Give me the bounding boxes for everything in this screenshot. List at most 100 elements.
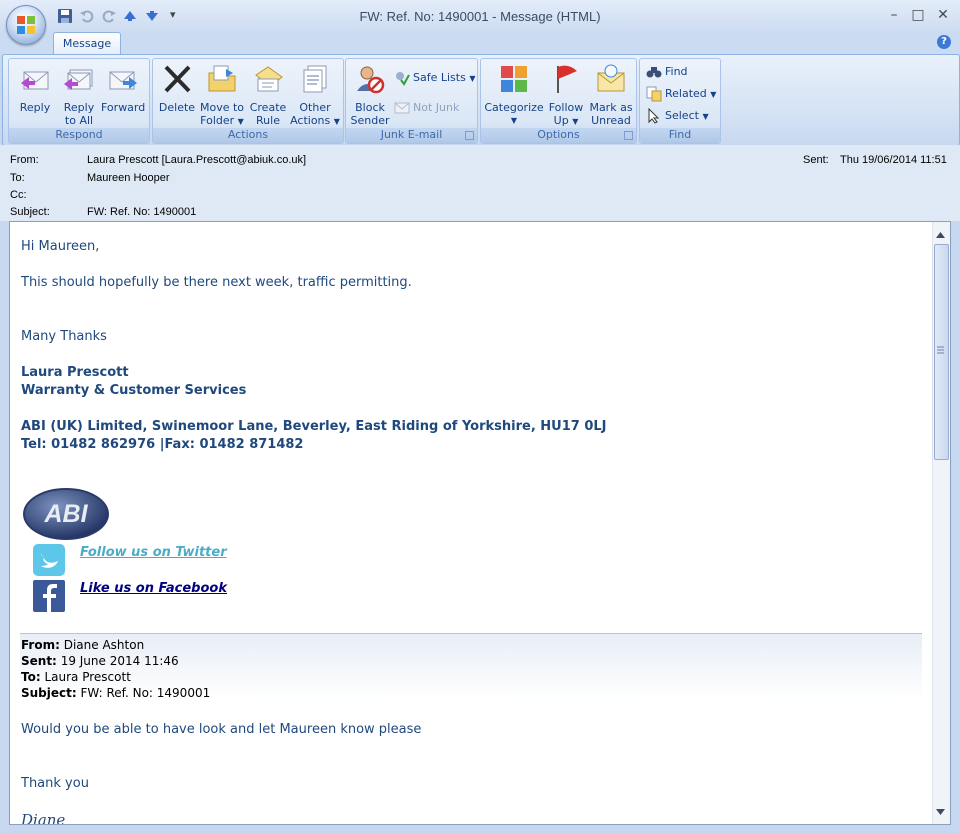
twitter-link[interactable]: Follow us on Twitter	[80, 545, 227, 560]
reply-all-label-2: to All	[64, 114, 94, 127]
follow-up-label-2: Up ▼	[544, 114, 588, 128]
ribbon: Reply Reply to All Forward Respond Delet…	[2, 54, 960, 146]
dropdown-arrow-icon: ▼	[710, 90, 717, 99]
message-body[interactable]: Hi Maureen, This should hopefully be the…	[9, 221, 951, 825]
close-button[interactable]: ✕	[932, 6, 954, 24]
block-sender-icon	[357, 66, 385, 94]
body-line: This should hopefully be there next week…	[21, 275, 412, 290]
dialog-launcher-icon[interactable]	[624, 131, 633, 140]
create-rule-button[interactable]: Create Rule	[246, 63, 290, 127]
scroll-up-arrow-icon[interactable]	[935, 230, 946, 240]
greeting: Hi Maureen,	[21, 239, 100, 254]
related-icon	[646, 86, 662, 102]
abi-logo: ABI	[22, 487, 110, 541]
dropdown-arrow-icon: ▼	[572, 117, 579, 126]
categorize-button[interactable]: Categorize ▼	[484, 63, 544, 127]
forward-icon	[109, 71, 137, 90]
fwd-sent-value: 19 June 2014 11:46	[60, 654, 179, 668]
dialog-launcher-icon[interactable]	[465, 131, 474, 140]
respond-group: Reply Reply to All Forward Respond	[8, 58, 150, 144]
cursor-arrow-icon	[648, 108, 660, 124]
fwd-from-line: From: Diane Ashton	[21, 638, 144, 652]
forwarded-header: From: Diane Ashton Sent: 19 June 2014 11…	[20, 633, 922, 700]
maximize-button[interactable]: □	[907, 6, 929, 24]
junk-email-group-title: Junk E-mail	[346, 128, 477, 143]
find-group-title: Find	[640, 128, 720, 143]
select-button[interactable]: Select ▼	[646, 107, 709, 125]
fwd-from-label: From:	[21, 638, 60, 652]
binoculars-icon	[646, 67, 662, 78]
facebook-link[interactable]: Like us on Facebook	[80, 581, 227, 596]
other-actions-button[interactable]: Other Actions ▼	[290, 63, 340, 128]
fwd-to-label: To:	[21, 670, 41, 684]
scroll-grip-icon	[937, 346, 944, 354]
reply-all-label-1: Reply	[63, 101, 95, 114]
reply-all-button[interactable]: Reply to All	[57, 63, 101, 127]
respond-group-title: Respond	[9, 128, 149, 143]
from-value[interactable]: Laura Prescott [Laura.Prescott@abiuk.co.…	[87, 154, 306, 166]
closing: Many Thanks	[21, 329, 107, 344]
tab-message[interactable]: Message	[53, 32, 121, 55]
reply-button[interactable]: Reply	[13, 63, 57, 114]
delete-label: Delete	[158, 101, 196, 114]
forwarded-body-line: Would you be able to have look and let M…	[21, 722, 422, 737]
block-sender-button[interactable]: Block Sender	[348, 63, 392, 127]
fwd-to-value: Laura Prescott	[44, 670, 131, 684]
not-junk-icon	[394, 102, 410, 114]
scroll-down-arrow-icon[interactable]	[935, 807, 946, 817]
office-button[interactable]	[6, 5, 46, 45]
not-junk-label: Not Junk	[413, 101, 460, 114]
twitter-icon[interactable]	[32, 543, 66, 577]
create-rule-label-1: Create	[249, 101, 287, 114]
mark-as-unread-button[interactable]: Mark as Unread	[588, 63, 634, 127]
fwd-subject-line: Subject: FW: Ref. No: 1490001	[21, 686, 210, 700]
delete-button[interactable]: Delete	[156, 63, 198, 114]
find-button[interactable]: Find	[646, 63, 688, 81]
block-sender-label-2: Sender	[350, 114, 390, 127]
follow-up-label-1: Follow	[548, 101, 584, 114]
to-value[interactable]: Maureen Hooper	[87, 172, 170, 184]
safe-lists-label: Safe Lists	[413, 71, 466, 84]
subject-label: Subject:	[10, 206, 50, 218]
fwd-subject-label: Subject:	[21, 686, 77, 700]
find-label: Find	[665, 65, 688, 78]
find-group: Find Related ▼ Select ▼ Find	[639, 58, 721, 144]
options-title-text: Options	[537, 128, 580, 141]
help-icon[interactable]: ?	[937, 35, 951, 49]
reply-all-icon	[64, 69, 93, 90]
facebook-icon[interactable]	[32, 579, 66, 613]
abi-logo-text: ABI	[44, 500, 88, 528]
not-junk-button[interactable]: Not Junk	[394, 99, 459, 117]
minimize-button[interactable]: –	[883, 6, 905, 24]
safe-lists-icon	[396, 72, 410, 86]
categorize-icon	[501, 66, 527, 92]
mark-unread-label-1: Mark as	[589, 101, 633, 114]
categorize-label: Categorize	[484, 101, 544, 114]
delete-x-icon	[164, 65, 191, 93]
related-label: Related	[665, 87, 707, 100]
reply-label: Reply	[19, 101, 51, 114]
mark-unread-envelope-icon	[597, 64, 625, 92]
forwarded-closing: Thank you	[21, 776, 89, 791]
sent-label: Sent:	[803, 154, 829, 166]
create-rule-icon	[255, 66, 283, 92]
to-label: To:	[10, 172, 25, 184]
safe-lists-button[interactable]: Safe Lists ▼	[394, 69, 475, 87]
move-to-folder-icon	[208, 65, 236, 92]
related-button[interactable]: Related ▼	[646, 85, 716, 103]
move-label-1: Move to	[199, 101, 245, 114]
actions-group-title: Actions	[153, 128, 343, 143]
block-sender-label-1: Block	[355, 101, 385, 114]
junk-email-title-text: Junk E-mail	[380, 128, 443, 141]
move-to-folder-button[interactable]: Move to Folder ▼	[198, 63, 246, 128]
forward-button[interactable]: Forward	[101, 63, 145, 114]
junk-email-group: Block Sender Safe Lists ▼ Not Junk Junk …	[345, 58, 478, 144]
select-label: Select	[665, 109, 699, 122]
other-actions-label-text: Actions	[290, 114, 331, 127]
follow-up-label-text: Up	[553, 114, 569, 127]
follow-up-button[interactable]: Follow Up ▼	[544, 63, 588, 128]
options-group-title: Options	[481, 128, 636, 143]
options-group: Categorize ▼ Follow Up ▼ Mark as Unread …	[480, 58, 637, 144]
subject-value: FW: Ref. No: 1490001	[87, 206, 197, 218]
dropdown-arrow-icon: ▼	[469, 74, 476, 83]
